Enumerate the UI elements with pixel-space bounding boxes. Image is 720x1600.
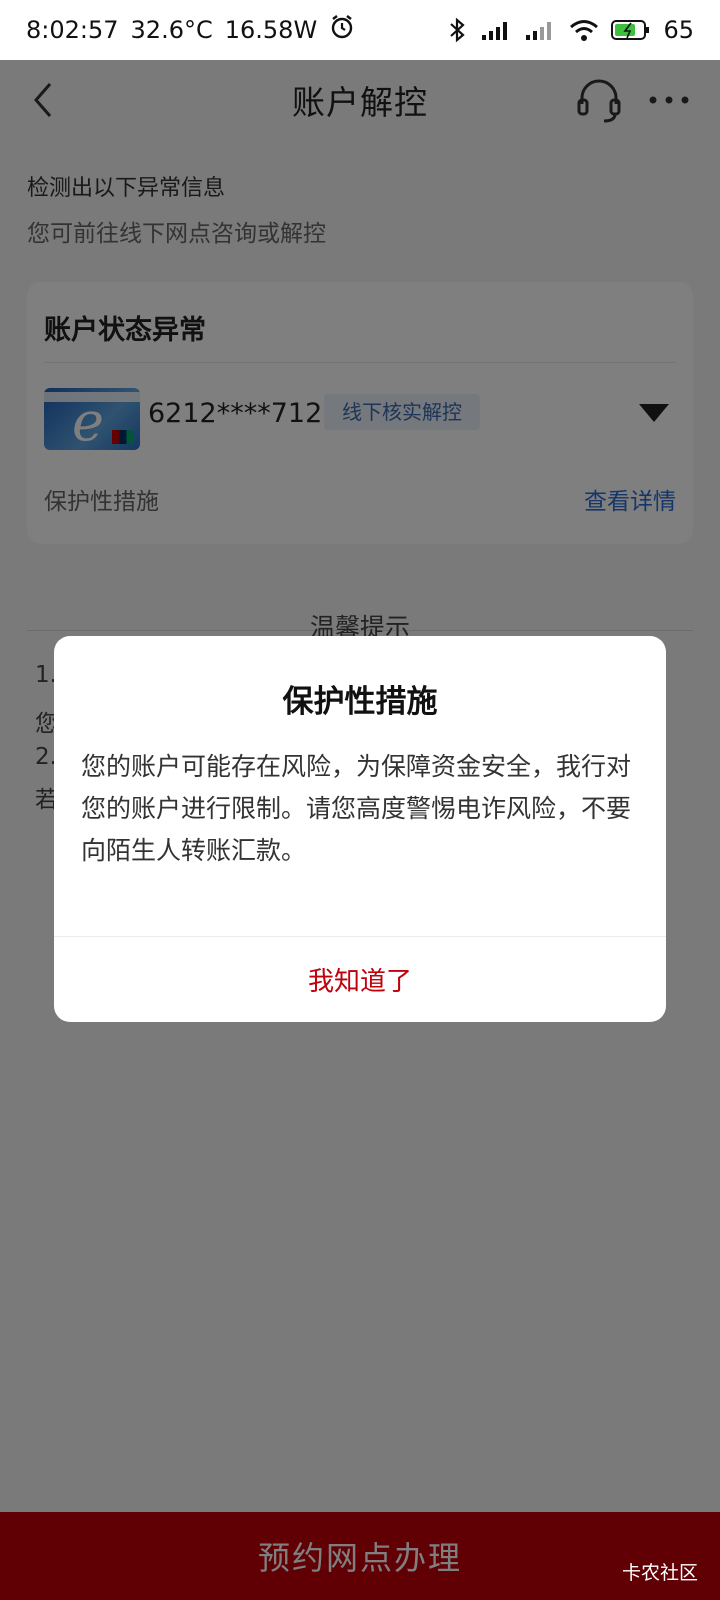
dialog-title: 保护性措施	[282, 684, 438, 720]
wifi-icon	[569, 18, 599, 42]
protective-measures-dialog: 保护性措施 您的账户可能存在风险，为保障资金安全，我行对您的账户进行限制。请您高…	[54, 636, 666, 1022]
status-bar-left: 8:02:57 32.6°C 16.58W	[26, 14, 355, 46]
bluetooth-icon	[447, 17, 469, 43]
battery-level: 65	[663, 16, 694, 44]
signal-icon-2	[525, 19, 557, 41]
status-bar-right: 65	[447, 16, 694, 44]
acknowledge-button[interactable]: 我知道了	[54, 936, 666, 1022]
status-temperature: 32.6°C	[130, 16, 213, 44]
dialog-message: 您的账户可能存在风险，为保障资金安全，我行对您的账户进行限制。请您高度警惕电诈风…	[81, 752, 632, 865]
status-time: 8:02:57	[26, 16, 119, 44]
signal-icon	[481, 19, 513, 41]
battery-icon	[611, 19, 651, 41]
watermark: 卡农社区	[621, 1562, 698, 1584]
status-power: 16.58W	[224, 16, 318, 44]
alarm-icon	[329, 14, 355, 46]
status-bar: 8:02:57 32.6°C 16.58W 65	[0, 0, 720, 60]
